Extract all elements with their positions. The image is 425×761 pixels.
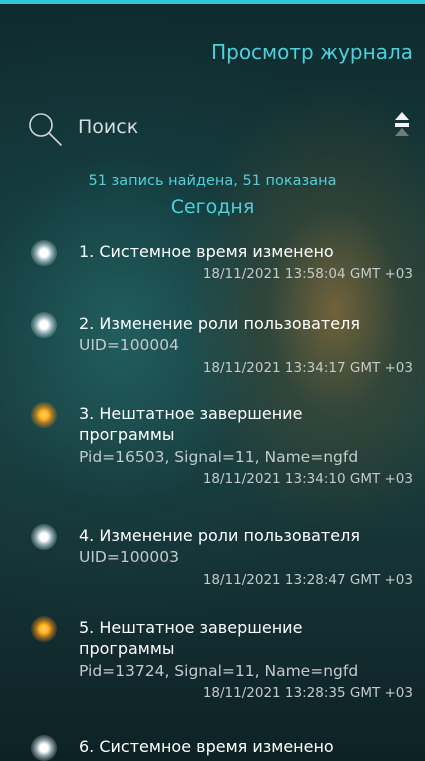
log-entry-detail: Pid=16503, Signal=11, Name=ngfd bbox=[79, 448, 359, 466]
log-entry[interactable]: 5. Нештатное завершение программы Pid=13… bbox=[0, 614, 425, 709]
log-entry-detail: UID=100004 bbox=[79, 336, 180, 354]
search-input[interactable] bbox=[78, 116, 348, 138]
search-bar bbox=[26, 110, 416, 146]
log-entry-timestamp: 18/11/2021 13:34:17 GMT +03 bbox=[202, 360, 413, 376]
info-indicator-icon bbox=[31, 312, 57, 338]
log-entry[interactable]: 6. Системное время изменено bbox=[0, 733, 425, 761]
log-entry-detail: UID=100003 bbox=[79, 548, 180, 566]
date-group-header: Сегодня bbox=[170, 196, 255, 218]
log-entry-title: 1. Системное время изменено bbox=[79, 242, 334, 261]
log-entry-title: 4. Изменение роли пользователя bbox=[79, 526, 360, 545]
log-entry-title: 6. Системное время изменено bbox=[79, 737, 334, 756]
log-entry[interactable]: 2. Изменение роли пользователя UID=10000… bbox=[0, 310, 425, 380]
results-count: 51 запись найдена, 51 показана bbox=[88, 173, 337, 189]
log-entry-detail: Pid=13724, Signal=11, Name=ngfd bbox=[79, 662, 359, 680]
log-viewer-screen: Просмотр журнала 51 запись найдена, 51 п… bbox=[0, 0, 425, 761]
log-entry-title: 5. Нештатное завершение программы bbox=[79, 618, 303, 658]
page-title: Просмотр журнала bbox=[211, 40, 413, 64]
search-icon[interactable] bbox=[26, 110, 64, 148]
log-entry-title: 2. Изменение роли пользователя bbox=[79, 314, 360, 333]
log-entry[interactable]: 1. Системное время изменено 18/11/2021 1… bbox=[0, 238, 425, 288]
log-entry-timestamp: 18/11/2021 13:28:47 GMT +03 bbox=[202, 572, 413, 588]
warning-indicator-icon bbox=[31, 616, 57, 642]
info-indicator-icon bbox=[31, 240, 57, 266]
log-entry[interactable]: 3. Нештатное завершение программы Pid=16… bbox=[0, 400, 425, 495]
top-accent-bar bbox=[0, 0, 425, 4]
log-entry-timestamp: 18/11/2021 13:34:10 GMT +03 bbox=[202, 471, 413, 487]
info-indicator-icon bbox=[31, 524, 57, 550]
log-entry[interactable]: 4. Изменение роли пользователя UID=10000… bbox=[0, 522, 425, 592]
log-entry-timestamp: 18/11/2021 13:28:35 GMT +03 bbox=[202, 685, 413, 701]
warning-indicator-icon bbox=[31, 402, 57, 428]
log-entry-timestamp: 18/11/2021 13:58:04 GMT +03 bbox=[202, 266, 413, 282]
log-entry-title: 3. Нештатное завершение программы bbox=[79, 404, 303, 444]
collapse-all-icon[interactable] bbox=[394, 110, 410, 146]
info-indicator-icon bbox=[31, 735, 57, 761]
